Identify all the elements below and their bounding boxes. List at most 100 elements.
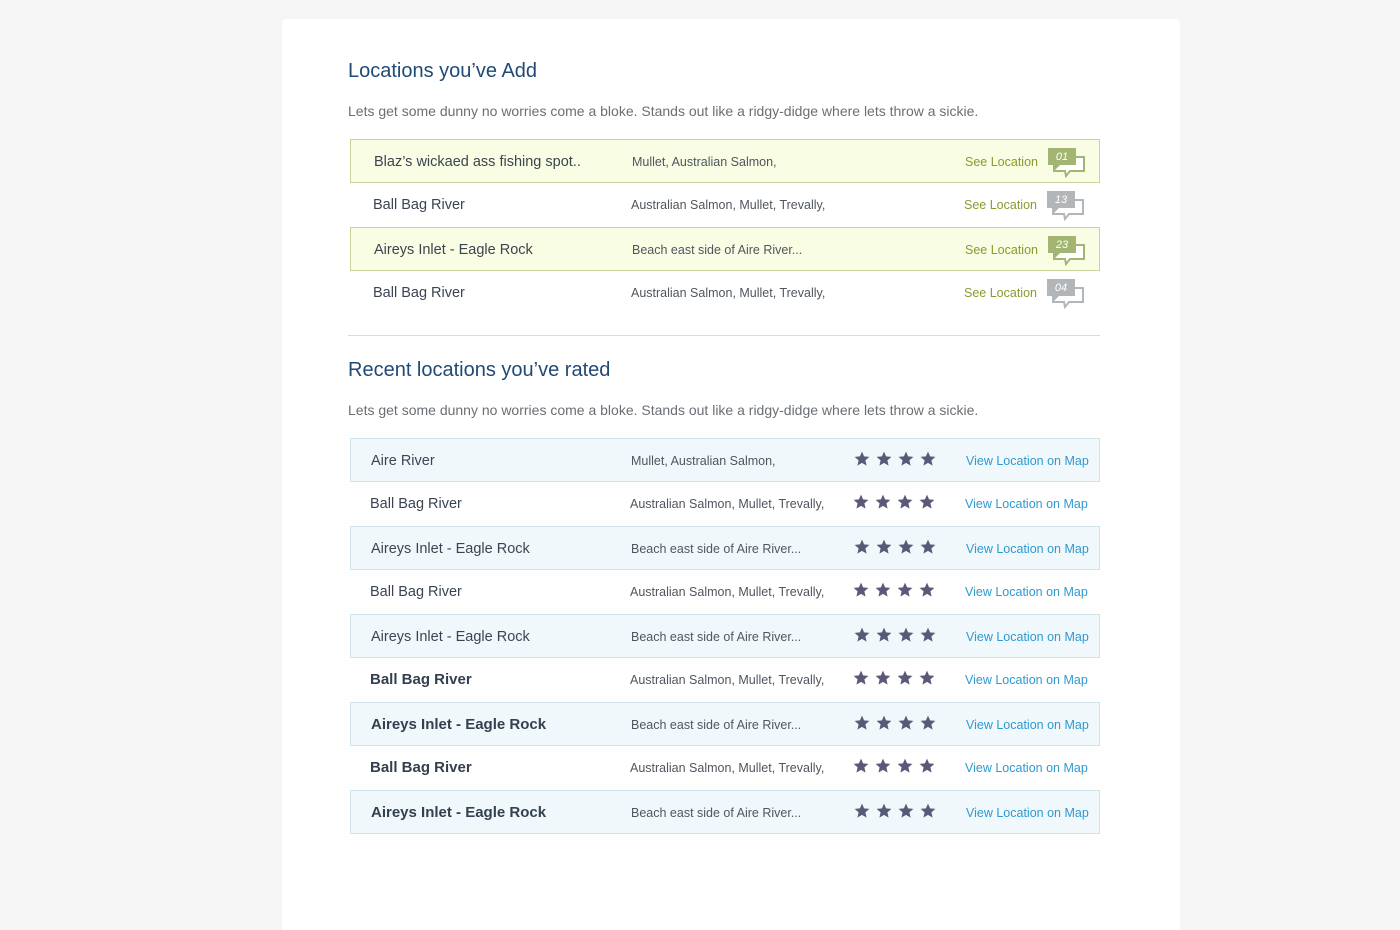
star-icon[interactable] <box>853 670 869 686</box>
location-name[interactable]: Aireys Inlet - Eagle Rock <box>371 527 530 571</box>
rated-location-row[interactable]: Aireys Inlet - Eagle Rock Beach east side… <box>350 702 1100 746</box>
view-location-on-map-link[interactable]: View Location on Map <box>966 615 1089 659</box>
view-location-on-map-link[interactable]: View Location on Map <box>965 482 1088 526</box>
rated-location-row[interactable]: Ball Bag River Australian Salmon, Mullet,… <box>350 482 1100 526</box>
star-icon[interactable] <box>920 451 936 467</box>
location-name[interactable]: Ball Bag River <box>370 746 472 790</box>
rated-location-row[interactable]: Aire River Mullet, Australian Salmon, View… <box>350 438 1100 482</box>
section-divider <box>348 335 1100 336</box>
location-name[interactable]: Ball Bag River <box>370 482 462 526</box>
star-icon[interactable] <box>897 494 913 510</box>
star-icon[interactable] <box>876 627 892 643</box>
rated-location-row[interactable]: Aireys Inlet - Eagle Rock Beach east side… <box>350 614 1100 658</box>
star-icon[interactable] <box>876 539 892 555</box>
comment-count-bubble-icon: 01 <box>1048 148 1085 178</box>
location-name[interactable]: Ball Bag River <box>373 271 465 315</box>
star-icon[interactable] <box>919 494 935 510</box>
star-rating[interactable] <box>853 582 935 602</box>
rated-location-row[interactable]: Aireys Inlet - Eagle Rock Beach east side… <box>350 790 1100 834</box>
star-icon[interactable] <box>853 758 869 774</box>
star-icon[interactable] <box>920 803 936 819</box>
star-icon[interactable] <box>875 758 891 774</box>
view-location-on-map-link[interactable]: View Location on Map <box>966 703 1089 747</box>
added-section-title: Locations you’ve Add <box>348 60 538 82</box>
location-species: Mullet, Australian Salmon, <box>632 155 777 169</box>
location-name[interactable]: Aireys Inlet - Eagle Rock <box>371 791 546 835</box>
location-species: Australian Salmon, Mullet, Trevally, <box>630 585 825 599</box>
star-icon[interactable] <box>897 582 913 598</box>
rated-location-row[interactable]: Ball Bag River Australian Salmon, Mullet,… <box>350 658 1100 702</box>
location-species: Australian Salmon, Mullet, Trevally, <box>631 198 826 212</box>
location-species: Beach east side of Aire River... <box>632 243 803 257</box>
added-location-row[interactable]: Blaz’s wickaed ass fishing spot.. Mullet,… <box>350 139 1100 183</box>
star-icon[interactable] <box>875 670 891 686</box>
star-icon[interactable] <box>920 539 936 555</box>
see-location-link[interactable]: See Location <box>965 140 1038 184</box>
rated-locations-list: Aire River Mullet, Australian Salmon, View… <box>350 438 1100 834</box>
star-icon[interactable] <box>876 803 892 819</box>
star-icon[interactable] <box>898 451 914 467</box>
star-rating[interactable] <box>853 494 935 514</box>
view-location-on-map-link[interactable]: View Location on Map <box>966 791 1089 835</box>
star-icon[interactable] <box>853 582 869 598</box>
star-rating[interactable] <box>854 539 936 559</box>
see-location-link[interactable]: See Location <box>964 183 1037 227</box>
star-icon[interactable] <box>854 715 870 731</box>
star-rating[interactable] <box>854 715 936 735</box>
star-rating[interactable] <box>854 627 936 647</box>
star-rating[interactable] <box>853 758 935 778</box>
star-icon[interactable] <box>875 582 891 598</box>
see-location-link[interactable]: See Location <box>965 228 1038 272</box>
star-icon[interactable] <box>854 539 870 555</box>
location-species: Beach east side of Aire River... <box>631 630 802 644</box>
location-name[interactable]: Aireys Inlet - Eagle Rock <box>371 703 546 747</box>
rated-location-row[interactable]: Ball Bag River Australian Salmon, Mullet,… <box>350 746 1100 790</box>
location-species: Beach east side of Aire River... <box>631 806 802 820</box>
star-icon[interactable] <box>898 715 914 731</box>
star-icon[interactable] <box>897 758 913 774</box>
star-icon[interactable] <box>920 627 936 643</box>
location-species: Australian Salmon, Mullet, Trevally, <box>630 497 825 511</box>
star-icon[interactable] <box>920 715 936 731</box>
star-icon[interactable] <box>919 758 935 774</box>
rated-location-row[interactable]: Ball Bag River Australian Salmon, Mullet,… <box>350 570 1100 614</box>
added-locations-list: Blaz’s wickaed ass fishing spot.. Mullet,… <box>350 139 1100 315</box>
view-location-on-map-link[interactable]: View Location on Map <box>965 746 1088 790</box>
comment-count-bubble-icon: 13 <box>1047 191 1084 221</box>
star-icon[interactable] <box>876 715 892 731</box>
star-rating[interactable] <box>854 451 936 471</box>
star-icon[interactable] <box>853 494 869 510</box>
location-species: Beach east side of Aire River... <box>631 718 802 732</box>
view-location-on-map-link[interactable]: View Location on Map <box>965 570 1088 614</box>
view-location-on-map-link[interactable]: View Location on Map <box>966 527 1089 571</box>
star-icon[interactable] <box>854 803 870 819</box>
location-name[interactable]: Aireys Inlet - Eagle Rock <box>371 615 530 659</box>
star-icon[interactable] <box>876 451 892 467</box>
rated-location-row[interactable]: Aireys Inlet - Eagle Rock Beach east side… <box>350 526 1100 570</box>
added-location-row[interactable]: Ball Bag River Australian Salmon, Mullet,… <box>350 271 1100 315</box>
star-icon[interactable] <box>897 670 913 686</box>
rated-section-description: Lets get some dunny no worries come a bl… <box>348 402 979 418</box>
location-name[interactable]: Ball Bag River <box>373 183 465 227</box>
star-icon[interactable] <box>854 627 870 643</box>
location-name[interactable]: Aire River <box>371 439 435 483</box>
location-name[interactable]: Ball Bag River <box>370 658 472 702</box>
location-species: Beach east side of Aire River... <box>631 542 802 556</box>
star-icon[interactable] <box>919 582 935 598</box>
added-location-row[interactable]: Aireys Inlet - Eagle Rock Beach east side… <box>350 227 1100 271</box>
star-rating[interactable] <box>854 803 936 823</box>
view-location-on-map-link[interactable]: View Location on Map <box>965 658 1088 702</box>
star-icon[interactable] <box>898 539 914 555</box>
star-icon[interactable] <box>875 494 891 510</box>
location-name[interactable]: Aireys Inlet - Eagle Rock <box>374 228 533 272</box>
view-location-on-map-link[interactable]: View Location on Map <box>966 439 1089 483</box>
location-name[interactable]: Blaz’s wickaed ass fishing spot.. <box>374 140 581 184</box>
location-name[interactable]: Ball Bag River <box>370 570 462 614</box>
star-rating[interactable] <box>853 670 935 690</box>
see-location-link[interactable]: See Location <box>964 271 1037 315</box>
star-icon[interactable] <box>854 451 870 467</box>
star-icon[interactable] <box>898 803 914 819</box>
star-icon[interactable] <box>919 670 935 686</box>
added-location-row[interactable]: Ball Bag River Australian Salmon, Mullet,… <box>350 183 1100 227</box>
star-icon[interactable] <box>898 627 914 643</box>
